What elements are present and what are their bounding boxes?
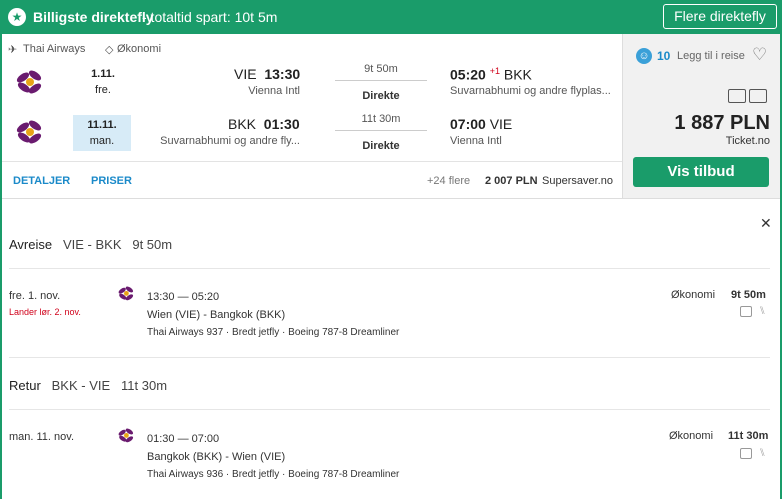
outbound-date-detail: fre. 1. nov. (9, 290, 61, 302)
flight-details: ✕ Avreise VIE - BKK 9t 50m fre. 1. nov. … (2, 198, 780, 499)
class-meta: Økonomi (117, 43, 162, 55)
luggage-icon (728, 89, 746, 103)
outbound-arrival: 05:20 +1 BKK (450, 66, 532, 83)
details-link[interactable]: DETALJER (13, 175, 70, 187)
inbound-duration-detail: 11t 30m (728, 430, 769, 442)
heart-icon[interactable]: ♡ (752, 45, 767, 65)
outbound-header: Avreise VIE - BKK 9t 50m (9, 237, 173, 252)
inbound-stops: Direkte (362, 140, 400, 152)
outbound-duration-detail: 9t 50m (731, 289, 766, 301)
likes-count: 10 (657, 49, 671, 63)
tag-icon: ◇ (105, 44, 114, 56)
outbound-departure: VIE 13:30 (234, 66, 301, 82)
outbound-times: 13:30 — 05:20 (147, 291, 220, 303)
video-icon (740, 448, 752, 459)
seat-icon: ⑊ (759, 305, 766, 317)
plane-icon: ✈ (8, 44, 18, 56)
divider (9, 357, 770, 358)
inbound-cabin: Økonomi (669, 430, 714, 442)
outbound-cities: Wien (VIE) - Bangkok (BKK) (147, 309, 286, 321)
itinerary-summary[interactable]: ✈ Thai Airways ◇ Økonomi 1.11. fre. VIE … (2, 34, 622, 198)
thai-airways-logo (15, 118, 44, 146)
alt-price: 2 007 PLN (485, 175, 538, 187)
alt-vendor[interactable]: Supersaver.no (542, 175, 613, 187)
inbound-date: 11.11. man. (73, 115, 131, 151)
outbound-duration: 9t 50m (335, 63, 427, 81)
card-icon (749, 89, 767, 103)
top-banner: ★ Billigste direktefly - totaltid spart:… (0, 0, 782, 34)
thai-airways-logo (15, 68, 44, 96)
inbound-header: Retur BKK - VIE 11t 30m (9, 378, 168, 393)
outbound-dep-place: Vienna Intl (248, 85, 300, 97)
smiley-icon[interactable]: ☺ (636, 48, 652, 64)
inbound-dep-place: Suvarnabhumi og andre fly... (160, 135, 300, 147)
inbound-departure: BKK 01:30 (228, 116, 300, 132)
banner-subtitle: - totaltid spart: 10t 5m (142, 9, 278, 25)
prices-link[interactable]: PRISER (91, 175, 132, 187)
vendor: Ticket.no (725, 135, 770, 147)
inbound-duration: 11t 30m (335, 113, 427, 131)
outbound-arr-place: Suvarnabhumi og andre flyplas... (450, 85, 611, 97)
thai-airways-logo (117, 285, 135, 302)
inbound-times: 01:30 — 07:00 (147, 433, 220, 445)
more-offers-count[interactable]: +24 flere (427, 175, 470, 187)
banner-title: Billigste direktefly (33, 9, 154, 25)
divider (2, 161, 622, 162)
star-icon: ★ (8, 8, 26, 26)
outbound-flight-info: Thai Airways 937 · Bredt jetfly · Boeing… (147, 327, 400, 338)
outbound-date: 1.11. fre. (91, 68, 115, 96)
inbound-flight-info: Thai Airways 936 · Bredt jetfly · Boeing… (147, 469, 400, 480)
close-icon[interactable]: ✕ (760, 215, 772, 232)
outbound-stops: Direkte (362, 90, 400, 102)
inbound-arr-place: Vienna Intl (450, 135, 502, 147)
add-to-trip-label[interactable]: Legg til i reise (677, 50, 745, 62)
landing-note: Lander lør. 2. nov. (9, 307, 81, 317)
outbound-cabin: Økonomi (671, 289, 716, 301)
result-card: ✈ Thai Airways ◇ Økonomi 1.11. fre. VIE … (2, 34, 780, 499)
more-direct-flights-button[interactable]: Flere direktefly (663, 4, 777, 29)
video-icon (740, 306, 752, 317)
airline-meta: Thai Airways (23, 43, 86, 55)
price: 1 887 PLN (674, 112, 770, 134)
inbound-cities: Bangkok (BKK) - Wien (VIE) (147, 451, 286, 463)
seat-icon: ⑊ (759, 447, 766, 459)
thai-airways-logo (117, 427, 135, 444)
divider (9, 268, 770, 269)
show-offer-button[interactable]: Vis tilbud (633, 157, 769, 187)
inbound-arrival: 07:00 VIE (450, 116, 513, 132)
inbound-date-detail: man. 11. nov. (9, 431, 75, 443)
divider (9, 409, 770, 410)
